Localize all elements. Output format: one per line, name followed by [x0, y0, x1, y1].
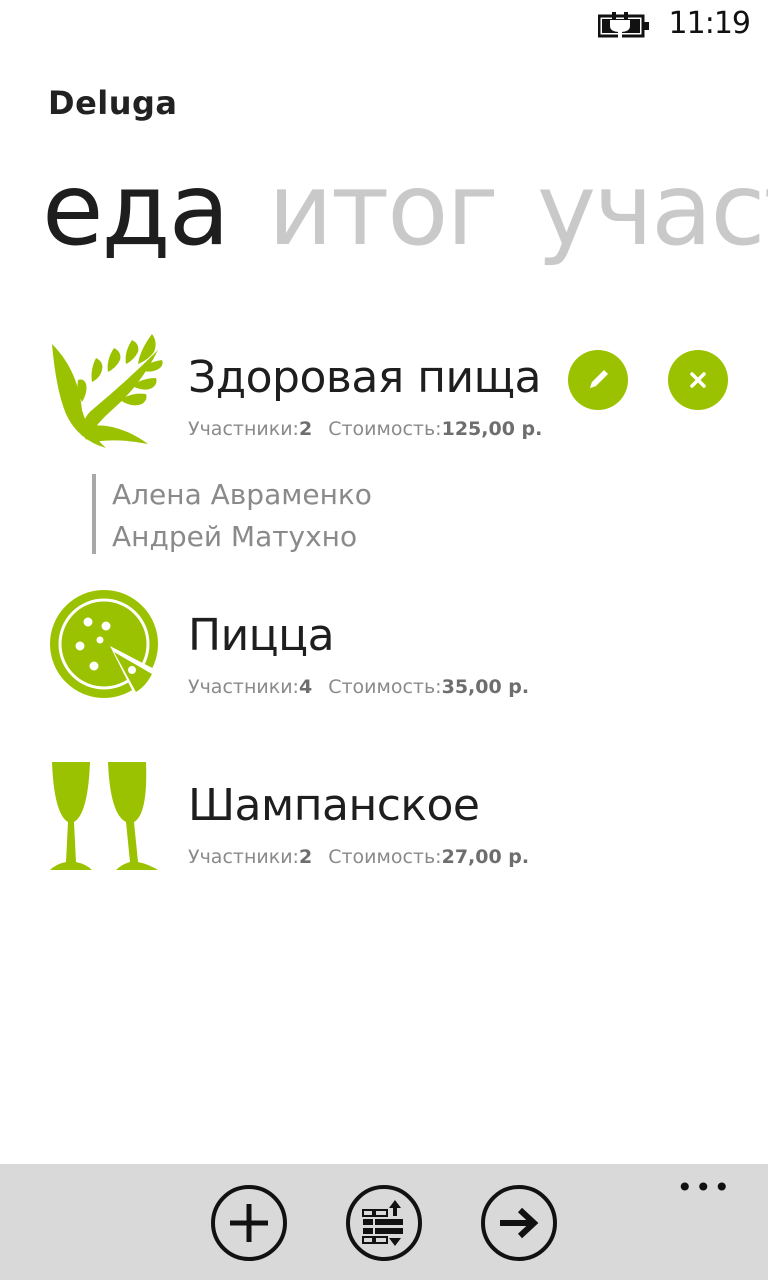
pencil-icon — [590, 370, 608, 388]
reorder-button[interactable] — [345, 1184, 423, 1262]
cost-value: 35,00 р. — [441, 676, 530, 698]
participants-count: 2 — [298, 418, 313, 440]
app-title: Deluga — [48, 84, 178, 122]
close-icon — [690, 372, 706, 388]
pivot-tab-food[interactable]: еда — [42, 151, 230, 268]
participants-count: 2 — [298, 846, 313, 868]
cost-label: Стоимость: — [328, 676, 442, 698]
item-title: Здоровая пища — [188, 352, 542, 403]
participants-label: Участники: — [188, 846, 299, 868]
item-meta: Участники:2 Стоимость:125,00 р. — [188, 418, 542, 440]
participants-count: 4 — [298, 676, 313, 698]
pivot-header: едаитог участ — [42, 150, 768, 270]
cost-value: 27,00 р. — [441, 846, 530, 868]
pivot-tab-participants[interactable]: участ — [537, 151, 768, 268]
battery-charging-icon — [598, 12, 649, 38]
clock: 11:19 — [668, 6, 751, 41]
list-item[interactable]: Здоровая пища Участники:2 Стоимость:125,0… — [0, 330, 768, 470]
list-item[interactable]: Шампанское Участники:2 Стоимость:27,00 р. — [0, 758, 768, 898]
participants-label: Участники: — [188, 676, 299, 698]
item-meta: Участники:4 Стоимость:35,00 р. — [188, 676, 529, 698]
food-list: Здоровая пища Участники:2 Стоимость:125,0… — [0, 330, 768, 898]
more-options-button[interactable]: ••• — [676, 1174, 732, 1202]
cost-value: 125,00 р. — [441, 418, 543, 440]
cost-label: Стоимость: — [328, 418, 442, 440]
app-bar: ••• — [0, 1164, 768, 1280]
edit-button[interactable] — [568, 350, 628, 410]
item-title: Шампанское — [188, 780, 480, 831]
pizza-icon — [50, 590, 160, 698]
item-title: Пицца — [188, 610, 335, 661]
screen: 11:19 Deluga едаитог участ — [0, 0, 768, 1280]
list-item[interactable]: Пицца Участники:4 Стоимость:35,00 р. — [0, 588, 768, 728]
next-button[interactable] — [480, 1184, 558, 1262]
cost-label: Стоимость: — [328, 846, 442, 868]
participants-list: Алена Авраменко Андрей Матухно — [92, 474, 768, 554]
wheat-icon — [52, 334, 163, 448]
add-button[interactable] — [210, 1184, 288, 1262]
participant-name: Андрей Матухно — [112, 520, 358, 553]
item-meta: Участники:2 Стоимость:27,00 р. — [188, 846, 529, 868]
pivot-tab-total[interactable]: итог — [268, 151, 499, 268]
participant-name: Алена Авраменко — [112, 478, 372, 511]
delete-button[interactable] — [668, 350, 728, 410]
status-bar: 11:19 — [0, 0, 768, 52]
participants-label: Участники: — [188, 418, 299, 440]
champagne-glasses-icon — [50, 762, 158, 870]
